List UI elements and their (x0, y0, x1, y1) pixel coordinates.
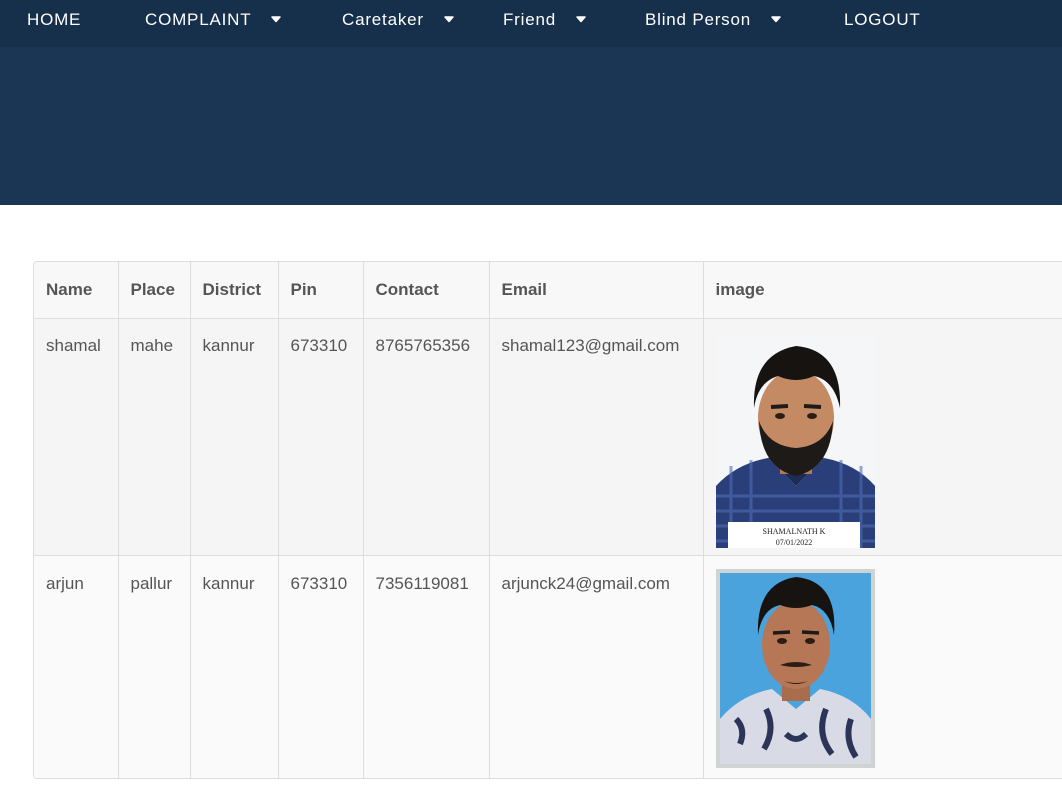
cell-image: SHAMALNATH K 07/01/2022 (703, 318, 1062, 556)
chevron-down-icon (444, 15, 454, 22)
cell-district: kannur (190, 318, 279, 556)
cell-pin: 673310 (278, 318, 364, 556)
column-header-place: Place (118, 262, 191, 319)
photo-caption-date: 07/01/2022 (775, 538, 811, 547)
chevron-down-icon (576, 15, 586, 22)
cell-image (703, 555, 1062, 778)
chevron-down-icon (271, 15, 282, 22)
column-header-email: Email (489, 262, 704, 319)
column-header-name: Name (34, 262, 119, 319)
nav-logout-label: LOGOUT (844, 10, 921, 29)
cell-place: pallur (118, 555, 191, 778)
header-banner (0, 47, 1062, 205)
cell-name: arjun (34, 555, 119, 778)
column-header-pin: Pin (278, 262, 364, 319)
nav-complaint-dropdown[interactable]: COMPLAINT (145, 0, 282, 40)
nav-blind-person-dropdown[interactable]: Blind Person (645, 0, 781, 40)
cell-email: arjunck24@gmail.com (489, 555, 704, 778)
nav-home-label: HOME (27, 10, 82, 29)
photo-caption-name: SHAMALNATH K (762, 527, 825, 536)
profile-photo: SHAMALNATH K 07/01/2022 (715, 336, 875, 548)
table-row: arjun pallur kannur 673310 7356119081 ar… (34, 555, 1062, 778)
cell-place: mahe (118, 318, 191, 556)
nav-home-link[interactable]: HOME (27, 0, 81, 40)
column-header-district: District (190, 262, 279, 319)
cell-district: kannur (190, 555, 279, 778)
chevron-down-icon (771, 15, 781, 22)
friend-table-container: Name Place District Pin Contact Email im… (33, 261, 1062, 779)
nav-friend-label: Friend (503, 10, 556, 29)
top-navbar: HOME COMPLAINT Caretaker Friend Blind Pe… (0, 0, 1062, 47)
friend-table: Name Place District Pin Contact Email im… (34, 262, 1062, 778)
nav-complaint-label: COMPLAINT (145, 10, 252, 29)
nav-blind-person-label: Blind Person (645, 10, 751, 29)
nav-friend-dropdown[interactable]: Friend (503, 0, 586, 40)
cell-name: shamal (34, 318, 119, 556)
profile-photo (715, 569, 875, 768)
column-header-image: image (703, 262, 1062, 319)
cell-contact: 7356119081 (363, 555, 490, 778)
cell-contact: 8765765356 (363, 318, 490, 556)
table-row: shamal mahe kannur 673310 8765765356 sha… (34, 318, 1062, 556)
column-header-contact: Contact (363, 262, 490, 319)
cell-email: shamal123@gmail.com (489, 318, 704, 556)
table-header-row: Name Place District Pin Contact Email im… (34, 262, 1062, 319)
nav-caretaker-dropdown[interactable]: Caretaker (342, 0, 454, 40)
cell-pin: 673310 (278, 555, 364, 778)
nav-logout-link[interactable]: LOGOUT (844, 0, 921, 40)
nav-caretaker-label: Caretaker (342, 10, 424, 29)
